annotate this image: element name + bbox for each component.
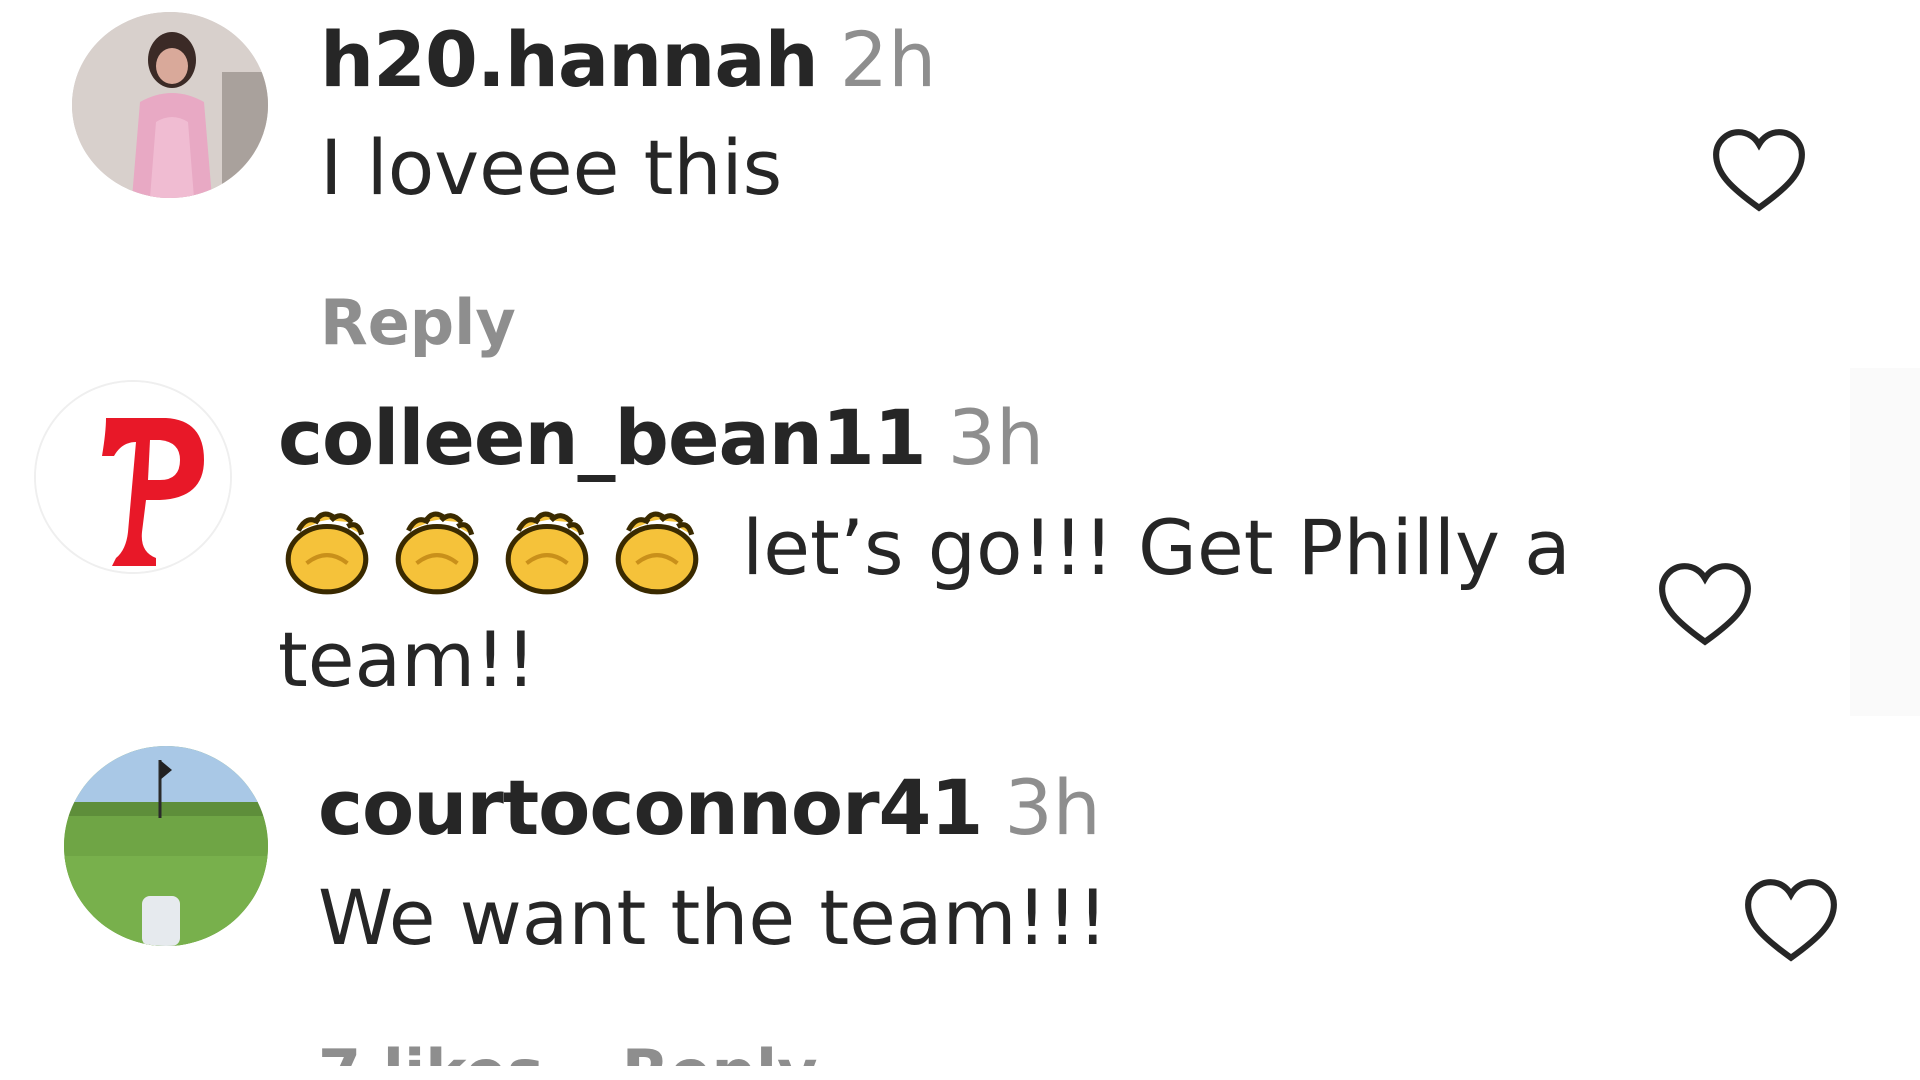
phillies-p-logo-icon [36,382,230,572]
profile-photo-icon [72,12,268,198]
username[interactable]: h20.hannah [320,15,819,104]
heart-outline-icon[interactable] [1656,560,1754,650]
comment-actions: Reply [320,286,594,359]
comment-header: h20.hannah 2h [320,22,936,98]
profile-photo-icon [64,746,268,946]
avatar[interactable] [72,12,268,198]
heart-outline-icon[interactable] [1742,876,1840,966]
comment-text: We want the team!!! [318,873,1108,962]
avatar[interactable] [64,746,268,946]
username[interactable]: colleen_bean11 [278,393,927,482]
clapping-hands-icon [278,502,376,600]
heart-outline-icon[interactable] [1710,126,1808,216]
clapping-hands-icon [498,502,596,600]
avatar[interactable] [34,380,232,574]
comment-header: colleen_bean11 3h [278,400,1044,476]
timestamp[interactable]: 3h [948,393,1045,482]
comments-section: h20.hannah 2h I loveee this Reply colleen… [0,0,1920,1080]
timestamp[interactable]: 3h [1004,763,1101,852]
reply-button[interactable]: Reply [320,286,516,359]
username[interactable]: courtoconnor41 [318,763,983,852]
timestamp[interactable]: 2h [840,15,937,104]
comment-text: I loveee this [320,123,783,212]
comment-header: courtoconnor41 3h [318,770,1101,846]
clapping-hands-icon [608,502,706,600]
viewport-edge [0,1066,1920,1080]
background-shade [1850,368,1920,716]
clapping-hands-icon [388,502,486,600]
comment-text-block: let’s go!!! Get Philly a team!! [278,492,1578,716]
